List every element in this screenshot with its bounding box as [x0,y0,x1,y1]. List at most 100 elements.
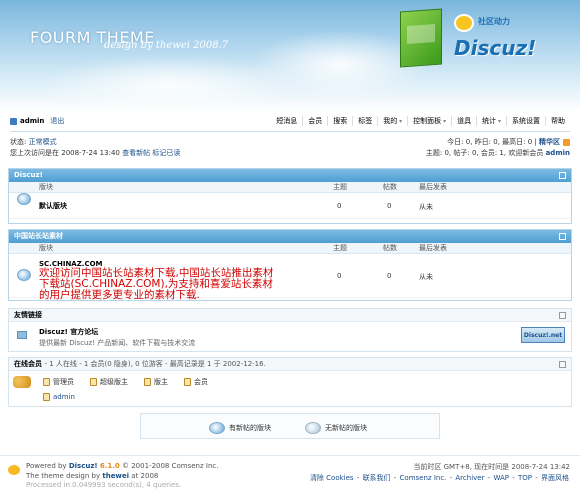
col-threads: 主题 [333,244,347,252]
theme-year: at 2008 [131,471,159,480]
top-menubar: admin 退出 短消息 会员 搜索 标签 我的 控制面板 道具 统计 系统设置… [10,116,570,128]
cloud-decoration [40,55,300,112]
watermark-line: 的用户提供更多更专业的素材下载. [39,289,200,301]
view-new-posts-link[interactable]: 查看新帖 [122,149,150,157]
role-moderator: 版主 [154,378,168,386]
no-new-posts-icon [305,422,321,434]
forum-threads: 0 [337,272,342,280]
user-info: admin 退出 [10,116,64,126]
footer: Powered by Discuz! 6.1.0 © 2001-2008 Com… [0,455,580,500]
admin-icon [43,393,50,401]
col-lastpost: 最后发表 [419,244,447,252]
category-title[interactable]: Discuz! [9,169,571,182]
forum-row: SC.CHINAZ.COM 欢迎访问中国站长站素材下载,中国站长站推出素材 下载… [9,254,571,301]
mark-read-link[interactable]: 标记已读 [152,149,180,157]
col-forum: 版块 [39,244,53,252]
online-title-text: 在线会员 [14,360,42,368]
today-stats: 今日: 0, 昨日: 0, 最高日: 0 [447,138,533,146]
nav-search[interactable]: 搜索 [327,116,352,126]
discuz-logo-word: Discuz! [454,36,537,60]
collapse-icon[interactable] [559,361,566,368]
status-label: 状态: [10,138,27,146]
col-posts: 帖数 [383,244,397,252]
col-posts: 帖数 [383,183,397,191]
copyright: © 2001-2008 Comsenz Inc. [122,462,219,470]
nav-control-panel[interactable]: 控制面板 [407,116,451,126]
forum-threads: 0 [337,202,342,210]
forum-posts: 0 [387,202,392,210]
status-info: 状态: 正常模式 您上次访问是在 2008-7-24 13:40 查看新帖 标记… [10,137,180,159]
online-summary: - 1 人在线 - 1 会员(0 隐身), 0 位游客 - 最高记录是 1 于 … [44,360,266,368]
collapse-icon[interactable] [559,312,566,319]
column-header: 版块 主题 帖数 最后发表 [9,243,571,254]
rss-icon[interactable] [563,138,570,146]
discuz-logo-slogan: 社区动力 [478,17,510,26]
forum-legend: 有新帖的版块 无新帖的版块 [140,413,440,439]
discuz-link-badge[interactable]: Discuz!.net [521,327,565,343]
member-icon [184,378,191,386]
forum-status-icon [17,193,31,205]
board-stats: 今日: 0, 昨日: 0, 最高日: 0 | 精华区 主题: 0, 帖子: 0,… [425,138,570,157]
collapse-icon[interactable] [559,172,566,179]
nav-magic[interactable]: 道具 [451,116,476,126]
admin-icon [43,378,50,386]
discuz-logo[interactable]: 社区动力 Discuz! [450,10,560,65]
username-link[interactable]: admin [20,117,44,125]
wap-link[interactable]: WAP [493,474,509,482]
time-info: 当前时区 GMT+8, 现在时间是 2008-7-24 13:42 [413,463,570,471]
friend-links: 友情链接 Discuz! 官方论坛 提供最新 Discuz! 产品新闻、软件下载… [8,308,572,352]
nav-members[interactable]: 会员 [302,116,327,126]
total-stats: 主题: 0, 帖子: 0, 会员: 1, 欢迎新会员 [425,149,544,157]
divider [10,131,570,132]
role-member: 会员 [194,378,208,386]
logout-link[interactable]: 退出 [50,116,64,126]
forum-row: 默认版块 0 0 从未 [9,193,571,219]
discuz-link[interactable]: Discuz! [69,462,98,470]
chat-bubble-icon [454,14,474,32]
digest-link[interactable]: 精华区 [539,138,560,146]
archiver-link[interactable]: Archiver [455,474,484,482]
nav-help[interactable]: 帮助 [545,116,570,126]
online-user-link[interactable]: admin [53,393,75,401]
main-nav: 短消息 会员 搜索 标签 我的 控制面板 道具 统计 系统设置 帮助 [271,116,570,126]
theme-label: The theme design by [26,471,101,480]
status-mode-link[interactable]: 正常模式 [29,138,57,146]
clear-cookies-link[interactable]: 清除 Cookies [310,474,354,482]
friend-links-title-text: 友情链接 [14,311,42,319]
top-link[interactable]: TOP [518,474,532,482]
forum-name-link[interactable]: 默认版块 [39,201,67,211]
legend-new: 有新帖的版块 [209,422,271,434]
online-members: 在线会员 - 1 人在线 - 1 会员(0 隐身), 0 位游客 - 最高记录是… [8,357,572,407]
nav-tags[interactable]: 标签 [352,116,377,126]
category-title[interactable]: 中国站长站素材 [9,230,571,243]
footer-nav: 当前时区 GMT+8, 现在时间是 2008-7-24 13:42 清除 Coo… [309,463,570,482]
forum-logo-subtitle: design by thewei 2008.7 [104,40,229,51]
col-forum: 版块 [39,183,53,191]
role-super-moderator: 超级版主 [100,378,128,386]
nav-admin[interactable]: 系统设置 [506,116,545,126]
collapse-icon[interactable] [559,233,566,240]
legend-old: 无新帖的版块 [305,422,367,434]
col-lastpost: 最后发表 [419,183,447,191]
forum-lastpost: 从未 [419,203,433,211]
role-admin: 管理员 [53,378,74,386]
friend-links-title: 友情链接 [9,309,571,322]
nav-pm[interactable]: 短消息 [271,116,302,126]
designer-link[interactable]: thewei [102,472,129,480]
comsenz-link[interactable]: Comsenz Inc. [400,474,447,482]
role-legend: 管理员 超级版主 版主 会员 [43,377,208,387]
friend-link-name[interactable]: Discuz! 官方论坛 [39,327,98,337]
nav-stats[interactable]: 统计 [476,116,506,126]
forum-posts: 0 [387,272,392,280]
col-threads: 主题 [333,183,347,191]
category-title-text: Discuz! [14,171,43,179]
style-switch[interactable]: 界面风格 [541,474,569,482]
category-title-text: 中国站长站素材 [14,232,63,240]
nav-my[interactable]: 我的 [377,116,407,126]
header-banner: FOURM THEME design by thewei 2008.7 社区动力… [0,0,580,112]
newest-member-link[interactable]: admin [546,149,570,157]
watermark-text: 欢迎访问中国站长站素材下载,中国站长站推出素材 下载站(SC.CHINAZ.CO… [39,268,273,301]
contact-link[interactable]: 联系我们 [363,474,391,482]
footer-credits: Powered by Discuz! 6.1.0 © 2001-2008 Com… [26,462,218,491]
online-title: 在线会员 - 1 人在线 - 1 会员(0 隐身), 0 位游客 - 最高记录是… [9,358,571,371]
